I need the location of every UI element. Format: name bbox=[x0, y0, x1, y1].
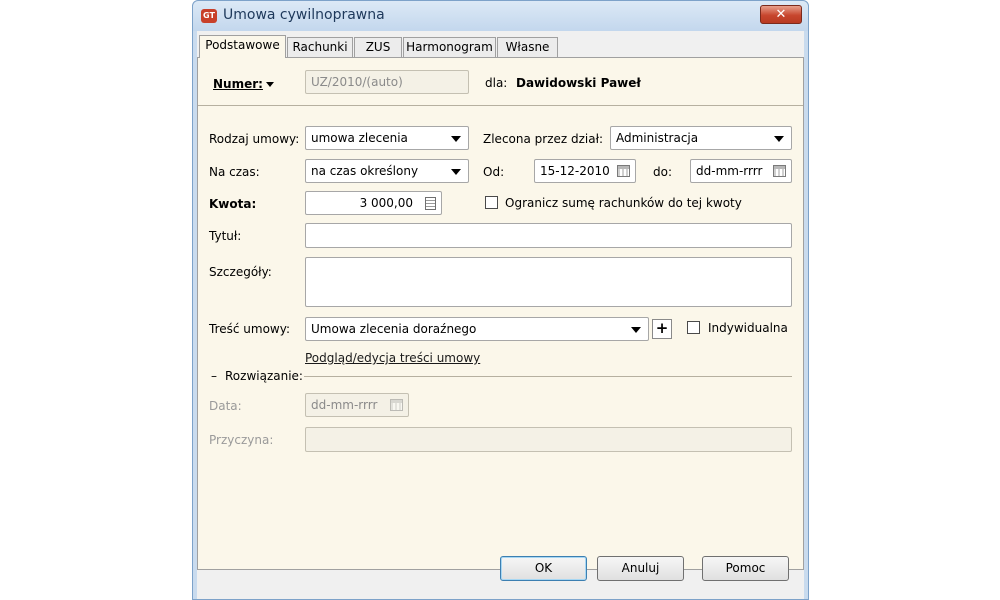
szczegoly-label: Szczegóły: bbox=[209, 265, 272, 279]
dialog-client-area: Podstawowe Rachunki ZUS Harmonogram Włas… bbox=[197, 31, 804, 599]
window-title: Umowa cywilnoprawna bbox=[223, 7, 385, 23]
do-date-field[interactable]: dd-mm-rrrr bbox=[690, 159, 792, 183]
indywidualna-checkbox[interactable] bbox=[687, 321, 700, 334]
chevron-down-icon bbox=[265, 82, 274, 87]
chevron-down-icon bbox=[451, 136, 461, 142]
numer-menu[interactable]: Numer: bbox=[213, 76, 274, 92]
chevron-down-icon bbox=[774, 136, 784, 142]
header-separator bbox=[198, 105, 803, 106]
indywidualna-label: Indywidualna bbox=[708, 321, 788, 335]
rozwiazanie-collapse-toggle[interactable]: – bbox=[211, 368, 217, 384]
tab-rachunki[interactable]: Rachunki bbox=[287, 37, 353, 57]
zlecona-przez-dzial-value: Administracja bbox=[616, 131, 699, 145]
rodzaj-umowy-select[interactable]: umowa zlecenia bbox=[305, 126, 469, 150]
tresc-umowy-value: Umowa zlecenia doraźnego bbox=[311, 322, 477, 336]
kwota-field[interactable]: 3 000,00 bbox=[305, 191, 442, 215]
ogranicz-label: Ogranicz sumę rachunków do tej kwoty bbox=[505, 196, 742, 210]
tresc-umowy-label: Treść umowy: bbox=[209, 322, 291, 336]
calendar-icon[interactable] bbox=[617, 165, 630, 177]
rodzaj-umowy-value: umowa zlecenia bbox=[311, 131, 408, 145]
rozwiazanie-data-field: dd-mm-rrrr bbox=[305, 393, 409, 417]
kwota-label: Kwota: bbox=[209, 197, 257, 211]
tab-harmonogram[interactable]: Harmonogram bbox=[403, 37, 496, 57]
do-label: do: bbox=[653, 165, 673, 179]
podglad-edycja-link[interactable]: Podgląd/edycja treści umowy bbox=[305, 351, 480, 365]
rozwiazanie-data-placeholder: dd-mm-rrrr bbox=[311, 398, 378, 412]
zlecona-przez-dzial-label: Zlecona przez dział: bbox=[483, 132, 604, 146]
przyczyna-input bbox=[305, 427, 792, 452]
tab-wlasne[interactable]: Własne bbox=[497, 37, 558, 57]
tab-podstawowe[interactable]: Podstawowe bbox=[199, 35, 286, 58]
ogranicz-checkbox[interactable] bbox=[485, 196, 498, 209]
chevron-down-icon bbox=[631, 327, 641, 333]
close-button[interactable]: ✕ bbox=[760, 5, 802, 24]
tytul-label: Tytuł: bbox=[209, 229, 242, 243]
rozwiazanie-group-label: Rozwiązanie: bbox=[225, 369, 303, 383]
tresc-umowy-select[interactable]: Umowa zlecenia doraźnego bbox=[305, 317, 649, 341]
rodzaj-umowy-label: Rodzaj umowy: bbox=[209, 132, 300, 146]
przyczyna-label: Przyczyna: bbox=[209, 433, 274, 447]
od-date-field[interactable]: 15-12-2010 bbox=[534, 159, 636, 183]
calculator-icon[interactable] bbox=[425, 197, 436, 210]
rozwiazanie-separator bbox=[304, 376, 792, 377]
data-label: Data: bbox=[209, 399, 242, 413]
dla-label: dla: bbox=[485, 76, 508, 90]
calendar-icon[interactable] bbox=[773, 165, 786, 177]
anuluj-button[interactable]: Anuluj bbox=[597, 556, 684, 581]
zlecona-przez-dzial-select[interactable]: Administracja bbox=[610, 126, 792, 150]
od-label: Od: bbox=[483, 165, 505, 179]
dialog-window: GT Umowa cywilnoprawna ✕ Podstawowe Rach… bbox=[192, 0, 809, 600]
title-bar[interactable]: GT Umowa cywilnoprawna ✕ bbox=[193, 1, 808, 31]
kwota-value: 3 000,00 bbox=[359, 196, 413, 210]
od-date-value: 15-12-2010 bbox=[540, 164, 610, 178]
szczegoly-textarea[interactable] bbox=[305, 257, 792, 307]
tab-zus[interactable]: ZUS bbox=[354, 37, 402, 57]
na-czas-select[interactable]: na czas określony bbox=[305, 159, 469, 183]
ok-button[interactable]: OK bbox=[500, 556, 587, 581]
pomoc-button[interactable]: Pomoc bbox=[702, 556, 789, 581]
add-tresc-button[interactable]: + bbox=[652, 319, 672, 339]
tab-panel-podstawowe: Numer: UZ/2010/(auto) dla: Dawidowski Pa… bbox=[197, 57, 804, 570]
na-czas-value: na czas określony bbox=[311, 164, 419, 178]
tytul-input[interactable] bbox=[305, 223, 792, 248]
employee-name: Dawidowski Paweł bbox=[516, 76, 641, 90]
chevron-down-icon bbox=[451, 169, 461, 175]
calendar-icon bbox=[390, 399, 403, 411]
na-czas-label: Na czas: bbox=[209, 165, 260, 179]
numer-field: UZ/2010/(auto) bbox=[305, 70, 469, 94]
app-logo-icon: GT bbox=[201, 9, 217, 23]
do-date-placeholder: dd-mm-rrrr bbox=[696, 164, 763, 178]
